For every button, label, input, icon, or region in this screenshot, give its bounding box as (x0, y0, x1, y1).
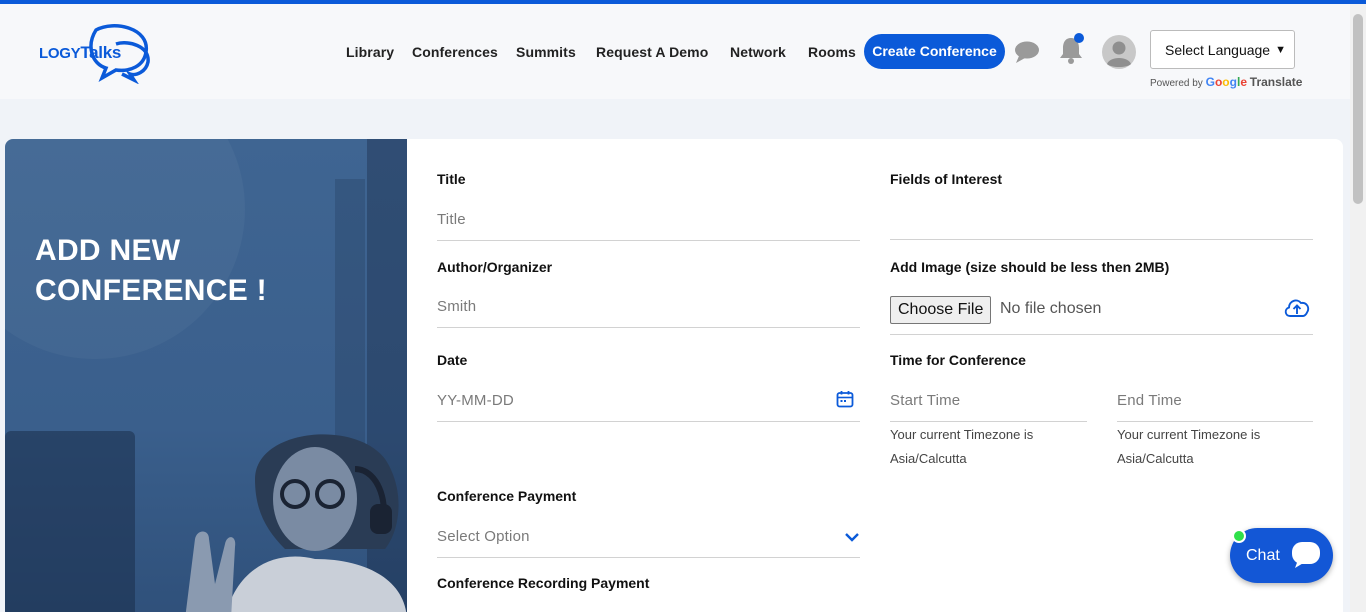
author-input[interactable]: Smith (437, 288, 860, 328)
woman-with-headset-illustration (185, 434, 407, 612)
chat-bubble-icon[interactable] (1013, 40, 1041, 64)
image-upload-field: Choose File No file chosen (890, 296, 1313, 335)
monitor-decoration (5, 431, 135, 612)
nav-library[interactable]: Library (346, 44, 394, 60)
google-letter: g (1229, 75, 1237, 89)
author-label: Author/Organizer (437, 259, 553, 275)
nav-network[interactable]: Network (730, 44, 786, 60)
google-wordmark: Google (1206, 75, 1247, 89)
add-image-label: Add Image (size should be less then 2MB) (890, 259, 1170, 275)
fields-of-interest-input[interactable] (890, 200, 1313, 240)
chat-widget-button[interactable]: Chat (1230, 528, 1333, 583)
online-status-dot (1232, 529, 1246, 543)
google-letter: o (1222, 75, 1230, 89)
create-conference-button[interactable]: Create Conference (864, 34, 1005, 69)
scrollbar-thumb[interactable] (1353, 14, 1363, 204)
calendar-icon[interactable] (836, 390, 854, 408)
end-timezone-note: Your current Timezone is Asia/Calcutta (1117, 423, 1260, 471)
choose-file-button[interactable]: Choose File (890, 296, 992, 324)
timezone-text: Your current Timezone is (890, 427, 1034, 442)
google-letter: e (1240, 75, 1247, 89)
chat-icon (1292, 542, 1320, 568)
nav-summits[interactable]: Summits (516, 44, 576, 60)
payment-label: Conference Payment (437, 488, 577, 504)
google-letter: G (1205, 75, 1215, 89)
date-label: Date (437, 352, 468, 368)
page-scrollbar[interactable] (1350, 4, 1366, 612)
nav-conferences[interactable]: Conferences (412, 44, 498, 60)
language-select-value: Select Language (1165, 42, 1271, 58)
end-time-input[interactable]: End Time (1117, 382, 1313, 422)
chevron-down-icon: ▼ (1275, 44, 1286, 56)
nav-request-demo[interactable]: Request A Demo (596, 44, 708, 60)
bell-icon[interactable] (1058, 32, 1086, 64)
file-status-text: No file chosen (1000, 300, 1102, 317)
end-time-placeholder: End Time (1117, 392, 1182, 409)
site-header: LOGYTalks Library Conferences Summits Re… (0, 4, 1350, 99)
start-time-input[interactable]: Start Time (890, 382, 1087, 422)
timezone-value: Asia/Calcutta (1117, 451, 1194, 466)
title-label: Title (437, 171, 466, 187)
logo-text: LOGYTalks (39, 43, 121, 63)
avatar[interactable] (1102, 35, 1136, 69)
title-input[interactable]: Title (437, 201, 860, 241)
logo-word-2: Talks (80, 43, 122, 62)
cloud-upload-icon[interactable] (1283, 297, 1311, 319)
nav-rooms[interactable]: Rooms (808, 44, 856, 60)
powered-by-text: Powered by (1150, 78, 1203, 89)
start-timezone-note: Your current Timezone is Asia/Calcutta (890, 423, 1033, 471)
hero-panel: ADD NEW CONFERENCE ! (5, 139, 407, 612)
payment-select[interactable]: Select Option (437, 518, 860, 558)
timezone-text: Your current Timezone is (1117, 427, 1261, 442)
translate-link[interactable]: Translate (1250, 75, 1303, 89)
powered-by-google: Powered by Google Translate (1150, 75, 1302, 89)
logo[interactable]: LOGYTalks (38, 24, 153, 84)
hero-title: ADD NEW CONFERENCE ! (35, 234, 267, 307)
payment-placeholder: Select Option (437, 528, 530, 545)
time-label: Time for Conference (890, 352, 1026, 368)
add-conference-card: ADD NEW CONFERENCE ! Title Title Author/… (5, 139, 1343, 612)
title-placeholder: Title (437, 211, 466, 228)
language-select[interactable]: Select Language ▼ (1150, 30, 1295, 69)
recording-payment-label: Conference Recording Payment (437, 575, 650, 591)
logo-word-1: LOGY (39, 45, 81, 62)
author-placeholder: Smith (437, 298, 477, 315)
date-input[interactable]: YY-MM-DD (437, 382, 860, 422)
chat-label: Chat (1246, 547, 1280, 564)
timezone-value: Asia/Calcutta (890, 451, 967, 466)
date-placeholder: YY-MM-DD (437, 392, 514, 409)
fields-of-interest-label: Fields of Interest (890, 171, 1003, 187)
chevron-down-icon (845, 533, 859, 542)
start-time-placeholder: Start Time (890, 392, 961, 409)
